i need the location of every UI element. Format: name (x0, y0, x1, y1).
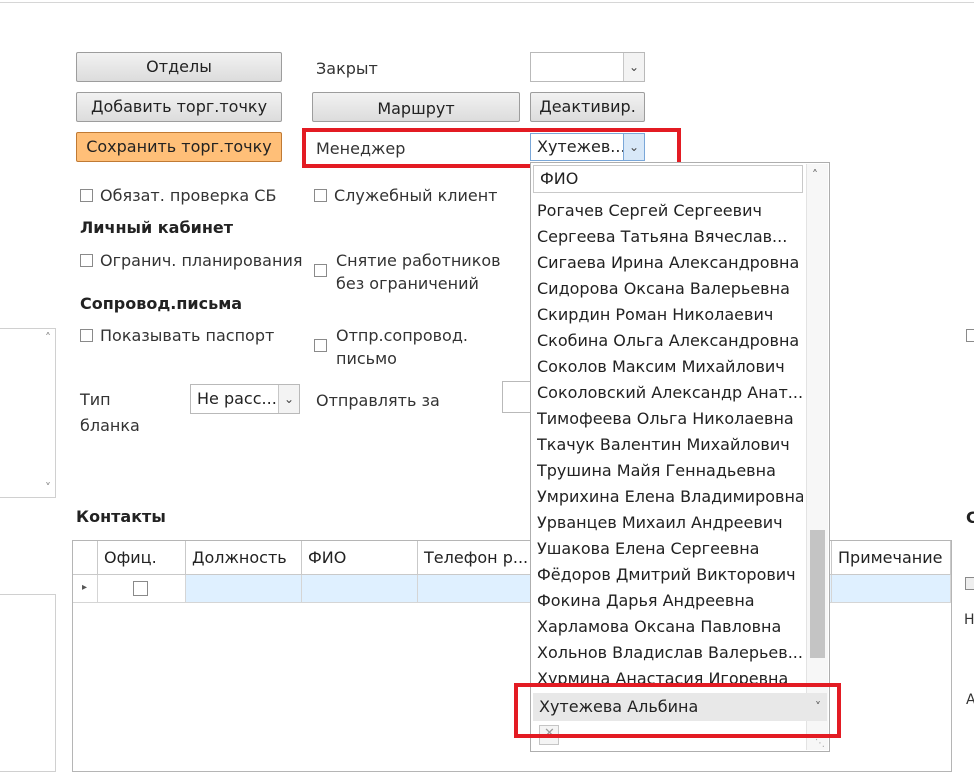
departments-button[interactable]: Отделы (76, 52, 282, 82)
row-indicator: ▸ (73, 575, 98, 603)
closed-label: Закрыт (316, 59, 378, 78)
right-edge-checkbox-2[interactable] (966, 329, 974, 342)
sb-check-label: Обязат. проверка СБ (100, 186, 277, 205)
send-cover-label-2: письмо (336, 349, 397, 368)
list-item[interactable]: Ткачук Валентин Михайлович (537, 432, 803, 458)
remove-workers-checkbox[interactable] (314, 264, 327, 277)
list-item[interactable]: Хольнов Владислав Валерьев... (537, 640, 803, 666)
list-item[interactable]: Сидорова Оксана Валерьевна (537, 276, 803, 302)
col-official[interactable]: Офиц. (98, 541, 186, 575)
cell-phone[interactable] (418, 575, 532, 603)
list-item[interactable]: Хурмина Анастасия Игоревна (537, 666, 803, 684)
list-item[interactable]: Сергеева Татьяна Вячеслав... (537, 224, 803, 250)
send-for-input[interactable] (502, 381, 532, 413)
limit-planning-label: Огранич. планирования (100, 251, 303, 270)
top-divider (0, 2, 974, 3)
service-client-label: Служебный клиент (334, 186, 498, 205)
grid-row-header (73, 541, 98, 575)
blank-type-label-2: бланка (80, 416, 140, 435)
left-list-panel[interactable]: ˄ ˅ (0, 328, 56, 498)
list-item[interactable]: Скирдин Роман Николаевич (537, 302, 803, 328)
list-item[interactable]: Скобина Ольга Александровна (537, 328, 803, 354)
scroll-up-icon[interactable]: ˄ (45, 331, 51, 345)
deactivate-button[interactable]: Деактивир. (530, 92, 645, 122)
show-passport-label: Показывать паспорт (100, 326, 275, 345)
limit-planning-checkbox[interactable] (80, 254, 93, 267)
blank-type-label-1: Тип (80, 390, 111, 409)
add-point-button[interactable]: Добавить торг.точку (76, 92, 282, 122)
list-item[interactable]: Фёдоров Дмитрий Викторович (537, 562, 803, 588)
manager-dropdown[interactable]: ФИО ˄ Рогачев Сергей Сергеевич Сергеева … (530, 162, 830, 752)
col-position[interactable]: Должность (186, 541, 302, 575)
col-fio[interactable]: ФИО (302, 541, 418, 575)
scrollbar-thumb[interactable] (810, 530, 825, 658)
official-checkbox[interactable] (133, 581, 148, 596)
list-item[interactable]: Соколовский Александр Анат... (537, 380, 803, 406)
right-edge-c: С (966, 508, 974, 527)
right-edge-h: Н (964, 612, 974, 628)
resize-grip-icon[interactable]: ⋱ (815, 738, 825, 749)
right-edge-checkbox[interactable] (965, 577, 974, 590)
remove-workers-label-2: без ограничений (336, 274, 479, 293)
list-item[interactable]: Умрихина Елена Владимировна (537, 484, 803, 510)
list-item[interactable]: Тимофеева Ольга Николаевна (537, 406, 803, 432)
blank-type-value: Не расс... (197, 389, 277, 408)
col-phone[interactable]: Телефон р... (418, 541, 532, 575)
send-cover-label-1: Отпр.сопровод. (336, 326, 468, 345)
sb-check-checkbox[interactable] (80, 189, 93, 202)
list-item[interactable]: Ушакова Елена Сергеевна (537, 536, 803, 562)
list-item[interactable]: Рогачев Сергей Сергеевич (537, 198, 803, 224)
cell-fio[interactable] (302, 575, 418, 603)
route-button[interactable]: Маршрут (312, 92, 520, 122)
scroll-down-icon[interactable]: ˅ (45, 481, 51, 495)
chevron-down-icon[interactable]: ⌄ (623, 53, 644, 81)
blank-type-combo[interactable]: Не расс... ⌄ (190, 384, 300, 414)
highlight-selected (514, 683, 841, 738)
chevron-down-icon[interactable]: ⌄ (278, 385, 299, 413)
cell-note[interactable] (832, 575, 951, 603)
dropdown-scrollbar[interactable]: ˄ (806, 164, 828, 750)
right-edge-a: А (966, 692, 974, 708)
left-list-panel-2[interactable] (0, 594, 56, 772)
cell-official[interactable] (98, 575, 186, 603)
list-item[interactable]: Трушина Майя Геннадьевна (537, 458, 803, 484)
col-note[interactable]: Примечание (832, 541, 951, 575)
send-for-label: Отправлять за (316, 391, 440, 410)
service-client-checkbox[interactable] (314, 189, 327, 202)
scroll-up-icon[interactable]: ˄ (812, 168, 818, 182)
row-pointer-icon: ▸ (82, 582, 88, 593)
save-point-button[interactable]: Сохранить торг.точку (76, 132, 282, 162)
send-cover-checkbox[interactable] (314, 339, 327, 352)
remove-workers-label-1: Снятие работников (336, 251, 501, 270)
personal-cabinet-heading: Личный кабинет (80, 218, 234, 237)
contacts-heading: Контакты (76, 507, 166, 526)
list-item[interactable]: Сигаева Ирина Александровна (537, 250, 803, 276)
list-item[interactable]: Урванцев Михаил Андреевич (537, 510, 803, 536)
show-passport-checkbox[interactable] (80, 329, 93, 342)
cell-position[interactable] (186, 575, 302, 603)
cover-letters-heading: Сопровод.письма (80, 294, 243, 313)
list-item[interactable]: Фокина Дарья Андреевна (537, 588, 803, 614)
list-item[interactable]: Соколов Максим Михайлович (537, 354, 803, 380)
dropdown-header: ФИО (533, 165, 803, 193)
list-item[interactable]: Харламова Оксана Павловна (537, 614, 803, 640)
closed-combo[interactable]: ⌄ (530, 52, 645, 82)
